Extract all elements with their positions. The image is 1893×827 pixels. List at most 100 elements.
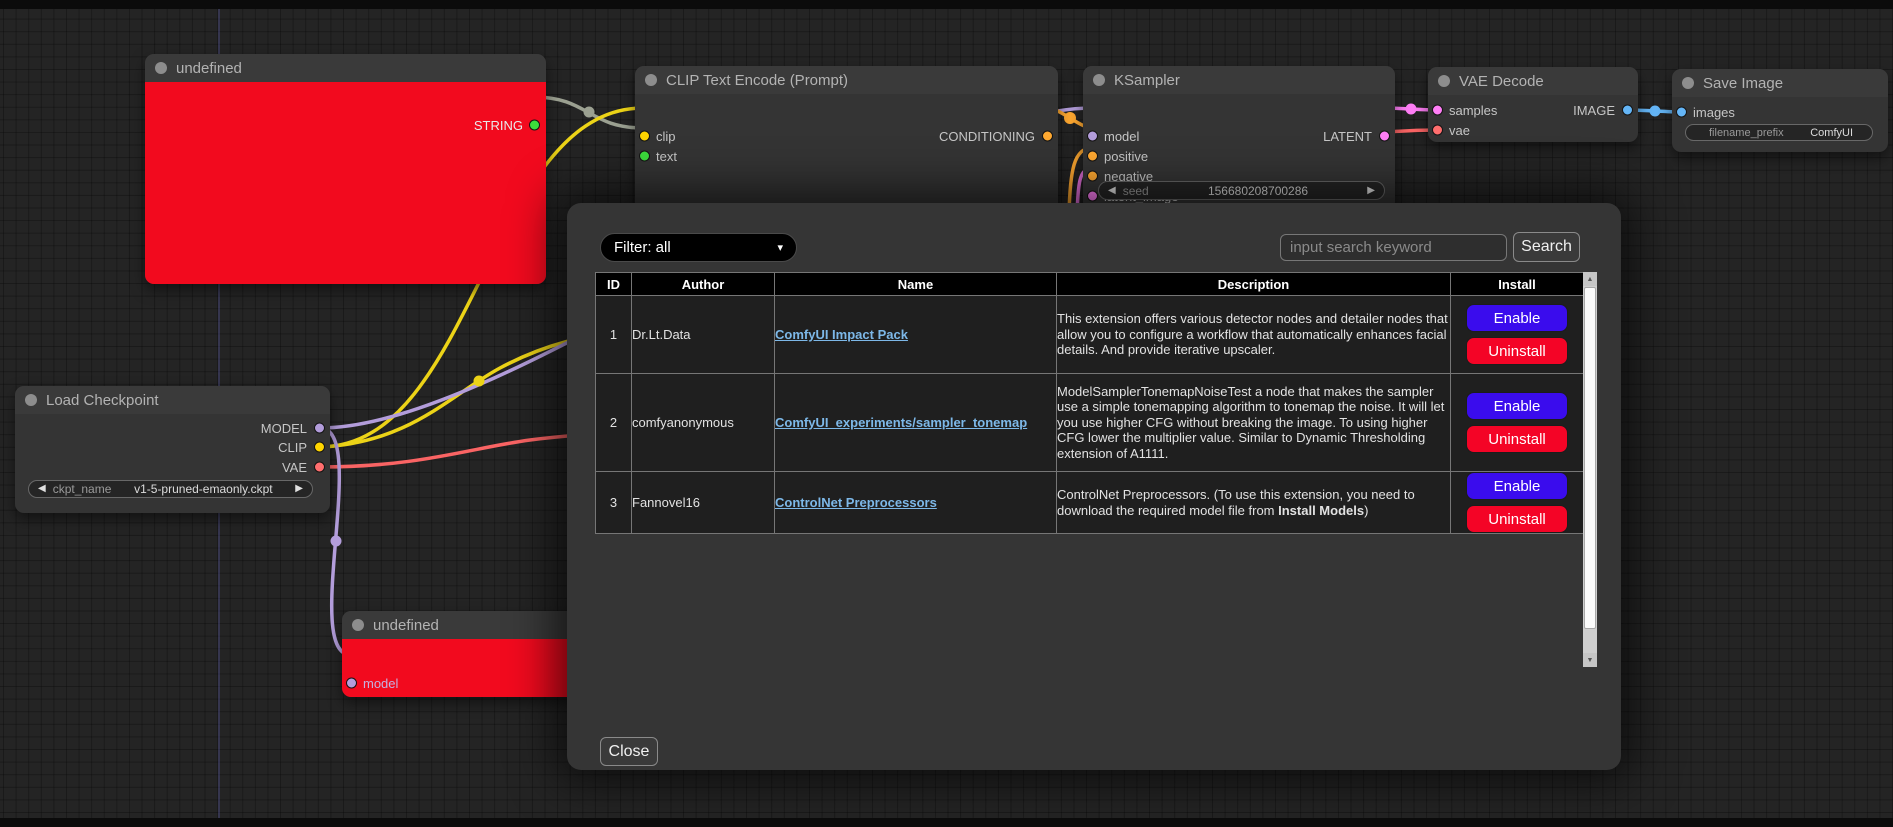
extension-link[interactable]: ControlNet Preprocessors bbox=[775, 495, 937, 510]
node-title-bar[interactable]: Save Image bbox=[1672, 69, 1888, 97]
node-title-bar[interactable]: KSampler bbox=[1083, 66, 1395, 94]
enable-button[interactable]: Enable bbox=[1466, 304, 1568, 332]
output-port[interactable] bbox=[1622, 105, 1633, 116]
node-title: VAE Decode bbox=[1459, 73, 1544, 90]
collapse-dot-icon[interactable] bbox=[352, 619, 364, 631]
node-load-checkpoint[interactable]: Load Checkpoint MODEL CLIP VAE ◀ ckpt_na… bbox=[15, 386, 330, 513]
increment-arrow-icon[interactable]: ▶ bbox=[1367, 186, 1375, 196]
decrement-arrow-icon[interactable]: ◀ bbox=[38, 484, 46, 494]
cell-description: ModelSamplerTonemapNoiseTest a node that… bbox=[1057, 374, 1451, 472]
collapse-dot-icon[interactable] bbox=[1093, 74, 1105, 86]
collapse-dot-icon[interactable] bbox=[1438, 75, 1450, 87]
node-body: model positive negative latent_image LAT… bbox=[1083, 94, 1395, 211]
node-title-bar[interactable]: Load Checkpoint bbox=[15, 386, 330, 414]
widget-value: v1-5-pruned-emaonly.ckpt bbox=[134, 482, 273, 496]
top-edge bbox=[0, 0, 1893, 9]
node-ksampler[interactable]: KSampler model positive negative latent_… bbox=[1083, 66, 1395, 211]
input-port[interactable] bbox=[1676, 107, 1687, 118]
link-dot[interactable] bbox=[331, 536, 342, 547]
output-port[interactable] bbox=[314, 423, 325, 434]
input-port[interactable] bbox=[1087, 191, 1098, 202]
input-port[interactable] bbox=[1087, 151, 1098, 162]
cell-description: This extension offers various detector n… bbox=[1057, 296, 1451, 374]
filename-prefix-widget[interactable]: filename_prefix ComfyUI bbox=[1685, 124, 1873, 141]
scrollbar[interactable]: ▲ ▼ bbox=[1583, 272, 1597, 667]
output-label: MODEL bbox=[261, 421, 307, 436]
node-vae-decode[interactable]: VAE Decode samples vae IMAGE bbox=[1428, 67, 1638, 142]
cell-name: ComfyUI_experiments/sampler_tonemap bbox=[775, 374, 1057, 472]
search-button[interactable]: Search bbox=[1513, 232, 1580, 262]
input-port[interactable] bbox=[1087, 171, 1098, 182]
widget-value: ComfyUI bbox=[1810, 127, 1853, 139]
link-dot[interactable] bbox=[1064, 112, 1076, 124]
output-port[interactable] bbox=[314, 462, 325, 473]
column-header: Name bbox=[775, 273, 1057, 296]
seed-widget[interactable]: ◀ seed 156680208700286 ▶ bbox=[1098, 181, 1385, 200]
output-port[interactable] bbox=[1379, 131, 1390, 142]
link-dot[interactable] bbox=[1406, 104, 1417, 115]
scroll-up-icon[interactable]: ▲ bbox=[1583, 272, 1597, 286]
enable-button[interactable]: Enable bbox=[1466, 392, 1568, 420]
increment-arrow-icon[interactable]: ▶ bbox=[295, 484, 303, 494]
scrollbar-thumb[interactable] bbox=[1584, 287, 1596, 629]
collapse-dot-icon[interactable] bbox=[25, 394, 37, 406]
input-port[interactable] bbox=[346, 678, 357, 689]
uninstall-button[interactable]: Uninstall bbox=[1466, 337, 1568, 365]
scroll-down-icon[interactable]: ▼ bbox=[1583, 653, 1597, 667]
input-port[interactable] bbox=[639, 151, 650, 162]
collapse-dot-icon[interactable] bbox=[645, 74, 657, 86]
uninstall-button[interactable]: Uninstall bbox=[1466, 505, 1568, 533]
link-dot[interactable] bbox=[474, 376, 485, 387]
output-port[interactable] bbox=[529, 120, 540, 131]
comfyui-canvas[interactable]: undefined STRING CLIP Text Encode (Promp… bbox=[0, 0, 1893, 827]
cell-install: Enable Uninstall bbox=[1451, 472, 1584, 534]
cell-author: comfyanonymous bbox=[632, 374, 775, 472]
node-body: images filename_prefix ComfyUI bbox=[1672, 97, 1888, 152]
output-port[interactable] bbox=[1042, 131, 1053, 142]
node-undefined-top[interactable]: undefined STRING bbox=[145, 54, 546, 284]
column-header: Description bbox=[1057, 273, 1451, 296]
link-dot[interactable] bbox=[584, 107, 595, 118]
collapse-dot-icon[interactable] bbox=[155, 62, 167, 74]
node-title-bar[interactable]: CLIP Text Encode (Prompt) bbox=[635, 66, 1058, 94]
filter-select[interactable]: Filter: all ▾ bbox=[600, 233, 797, 262]
extension-manager-dialog: Filter: all ▾ Search IDAuthorNameDescrip… bbox=[567, 203, 1621, 770]
output-port[interactable] bbox=[314, 442, 325, 453]
enable-button[interactable]: Enable bbox=[1466, 472, 1568, 500]
node-title: KSampler bbox=[1114, 72, 1180, 89]
node-title: Save Image bbox=[1703, 75, 1783, 92]
link-dot[interactable] bbox=[1650, 106, 1661, 117]
chevron-down-icon: ▾ bbox=[777, 241, 783, 254]
table-row: 3Fannovel16ControlNet Preprocessors Contr… bbox=[596, 472, 1584, 534]
cell-author: Dr.Lt.Data bbox=[632, 296, 775, 374]
extension-link[interactable]: ComfyUI_experiments/sampler_tonemap bbox=[775, 415, 1027, 430]
node-title: Load Checkpoint bbox=[46, 392, 159, 409]
table-row: 2comfyanonymousComfyUI_experiments/sampl… bbox=[596, 374, 1584, 472]
cell-install: Enable Uninstall bbox=[1451, 296, 1584, 374]
cell-id: 3 bbox=[596, 472, 632, 534]
search-input[interactable] bbox=[1280, 234, 1507, 261]
node-title-bar[interactable]: VAE Decode bbox=[1428, 67, 1638, 95]
ckpt-name-widget[interactable]: ◀ ckpt_name v1-5-pruned-emaonly.ckpt ▶ bbox=[28, 480, 313, 498]
column-header: ID bbox=[596, 273, 632, 296]
column-header: Author bbox=[632, 273, 775, 296]
node-title: undefined bbox=[176, 60, 242, 77]
input-port[interactable] bbox=[1432, 125, 1443, 136]
node-title-bar[interactable]: undefined bbox=[145, 54, 546, 82]
decrement-arrow-icon[interactable]: ◀ bbox=[1108, 186, 1116, 196]
node-title: CLIP Text Encode (Prompt) bbox=[666, 72, 848, 89]
cell-name: ComfyUI Impact Pack bbox=[775, 296, 1057, 374]
cell-install: Enable Uninstall bbox=[1451, 374, 1584, 472]
widget-label: filename_prefix bbox=[1709, 127, 1784, 139]
input-label: positive bbox=[1104, 149, 1148, 164]
cell-description: ControlNet Preprocessors. (To use this e… bbox=[1057, 472, 1451, 534]
extension-link[interactable]: ComfyUI Impact Pack bbox=[775, 327, 908, 342]
node-save-image[interactable]: Save Image images filename_prefix ComfyU… bbox=[1672, 69, 1888, 152]
input-label: model bbox=[363, 676, 398, 691]
output-label: CONDITIONING bbox=[939, 129, 1035, 144]
collapse-dot-icon[interactable] bbox=[1682, 77, 1694, 89]
close-button[interactable]: Close bbox=[600, 737, 658, 766]
cell-author: Fannovel16 bbox=[632, 472, 775, 534]
bottom-edge bbox=[0, 818, 1893, 827]
uninstall-button[interactable]: Uninstall bbox=[1466, 425, 1568, 453]
